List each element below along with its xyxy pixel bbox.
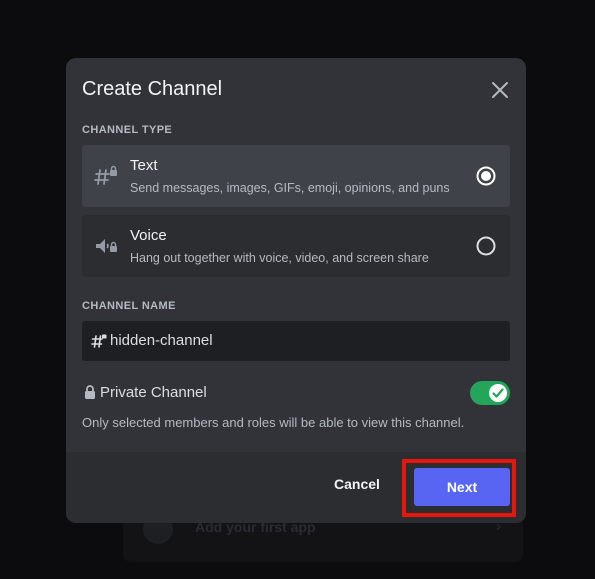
hash-lock-icon (94, 165, 117, 185)
lock-icon (85, 385, 95, 399)
option-description-text: Send messages, images, GIFs, emoji, opin… (130, 181, 450, 195)
checkmark-icon (492, 388, 504, 398)
hash-lock-icon (91, 334, 107, 348)
cancel-button[interactable]: Cancel (334, 476, 380, 492)
option-description-voice: Hang out together with voice, video, and… (130, 251, 429, 265)
channel-name-label: CHANNEL NAME (82, 300, 176, 312)
radio-selected-icon[interactable] (476, 166, 496, 186)
private-channel-label: Private Channel (100, 384, 207, 401)
speaker-lock-icon (96, 239, 117, 253)
close-icon (492, 82, 508, 98)
channel-type-option-voice[interactable]: Voice Hang out together with voice, vide… (82, 215, 510, 277)
private-channel-toggle[interactable] (470, 381, 510, 405)
modal-title: Create Channel (82, 78, 223, 100)
modal-footer: Cancel Next (66, 452, 526, 523)
channel-type-option-text[interactable]: Text Send messages, images, GIFs, emoji,… (82, 145, 510, 207)
option-title-text: Text (130, 157, 158, 174)
create-channel-modal: Create Channel CHANNEL TYPE Text Send me… (66, 58, 526, 523)
channel-name-input[interactable] (110, 332, 490, 349)
channel-type-label: CHANNEL TYPE (82, 124, 173, 136)
close-button[interactable] (488, 78, 512, 102)
toggle-knob (489, 384, 507, 402)
next-button[interactable]: Next (414, 468, 510, 506)
option-title-voice: Voice (130, 227, 167, 244)
private-channel-help-text: Only selected members and roles will be … (82, 415, 465, 430)
radio-unselected-icon[interactable] (476, 236, 496, 256)
channel-name-field[interactable] (82, 321, 510, 361)
